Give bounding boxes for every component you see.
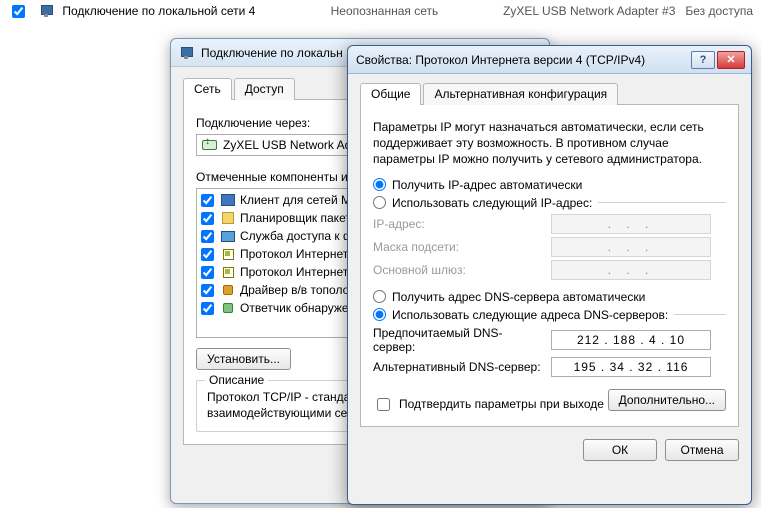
ok-button[interactable]: ОК — [583, 439, 657, 461]
preferred-dns-label: Предпочитаемый DNS-сервер: — [373, 326, 543, 354]
ip-address-label: IP-адрес: — [373, 217, 543, 231]
connection-status: Неопознанная сеть — [331, 4, 493, 18]
tab-general[interactable]: Общие — [360, 83, 421, 105]
client-icon — [220, 192, 236, 208]
connection-device: ZyXEL USB Network Adapter #3 — [503, 4, 675, 18]
component-label: Протокол Интернета — [240, 265, 355, 279]
radio-ip-manual[interactable] — [373, 196, 386, 209]
protocol-icon — [220, 264, 236, 280]
radio-ip-auto[interactable] — [373, 178, 386, 191]
component-checkbox[interactable] — [201, 266, 214, 279]
help-button[interactable]: ? — [691, 51, 715, 69]
network-adapter-icon — [179, 45, 195, 61]
radio-dns-manual-label: Использовать следующие адреса DNS-сервер… — [392, 308, 668, 322]
close-button[interactable]: ✕ — [717, 51, 745, 69]
description-title: Описание — [205, 373, 268, 387]
component-checkbox[interactable] — [201, 230, 214, 243]
ipv4-titlebar[interactable]: Свойства: Протокол Интернета версии 4 (T… — [348, 46, 751, 74]
connection-access: Без доступа — [685, 4, 753, 18]
radio-dns-auto-label: Получить адрес DNS-сервера автоматически — [392, 290, 645, 304]
ipv4-tabs: Общие Альтернативная конфигурация — [360, 82, 739, 105]
advanced-button[interactable]: Дополнительно... — [608, 389, 726, 411]
subnet-mask-label: Маска подсети: — [373, 240, 543, 254]
gateway-field: . . . — [551, 260, 711, 280]
radio-ip-auto-label: Получить IP-адрес автоматически — [392, 178, 582, 192]
radio-ip-manual-label: Использовать следующий IP-адрес: — [392, 196, 592, 210]
file-share-icon — [220, 228, 236, 244]
gateway-label: Основной шлюз: — [373, 263, 543, 277]
preferred-dns-field[interactable]: 212 . 188 . 4 . 10 — [551, 330, 711, 350]
connection-name: Подключение по локальной сети 4 — [62, 4, 320, 18]
cancel-button[interactable]: Отмена — [665, 439, 739, 461]
adapter-icon — [201, 137, 217, 153]
adapter-name: ZyXEL USB Network Ad — [223, 138, 351, 152]
tab-network[interactable]: Сеть — [183, 78, 232, 100]
component-label: Драйвер в/в тополо — [240, 283, 349, 297]
alternate-dns-field[interactable]: 195 . 34 . 32 . 116 — [551, 357, 711, 377]
component-label: Ответчик обнаружен — [240, 301, 355, 315]
tab-alt-config[interactable]: Альтернативная конфигурация — [423, 83, 618, 105]
subnet-mask-field: . . . — [551, 237, 711, 257]
component-checkbox[interactable] — [201, 248, 214, 261]
divider — [674, 314, 726, 315]
ipv4-properties-dialog: Свойства: Протокол Интернета версии 4 (T… — [347, 45, 752, 505]
adapter-properties-title: Подключение по локальн — [201, 46, 343, 60]
component-label: Служба доступа к фа — [240, 229, 360, 243]
tab-access[interactable]: Доступ — [234, 78, 295, 100]
validate-on-exit-label: Подтвердить параметры при выходе — [399, 397, 604, 411]
ipv4-title: Свойства: Протокол Интернета версии 4 (T… — [356, 53, 685, 67]
component-label: Планировщик пакет — [240, 211, 351, 225]
intro-text: Параметры IP могут назначаться автоматич… — [373, 119, 726, 168]
alternate-dns-label: Альтернативный DNS-сервер: — [373, 360, 543, 374]
scheduler-icon — [220, 210, 236, 226]
connection-checkbox[interactable] — [12, 5, 25, 18]
radio-dns-auto[interactable] — [373, 290, 386, 303]
ip-address-field: . . . — [551, 214, 711, 234]
component-checkbox[interactable] — [201, 212, 214, 225]
validate-on-exit-checkbox[interactable] — [377, 398, 390, 411]
component-label: Протокол Интернета — [240, 247, 355, 261]
component-checkbox[interactable] — [201, 302, 214, 315]
install-button[interactable]: Установить... — [196, 348, 291, 370]
protocol-icon — [220, 246, 236, 262]
radio-dns-manual[interactable] — [373, 308, 386, 321]
network-adapter-icon — [39, 3, 52, 19]
responder-icon — [220, 300, 236, 316]
connections-list-row[interactable]: Подключение по локальной сети 4 Неопозна… — [0, 0, 761, 22]
component-checkbox[interactable] — [201, 194, 214, 207]
component-label: Клиент для сетей Mi — [240, 193, 354, 207]
component-checkbox[interactable] — [201, 284, 214, 297]
driver-icon — [220, 282, 236, 298]
divider — [598, 202, 726, 203]
